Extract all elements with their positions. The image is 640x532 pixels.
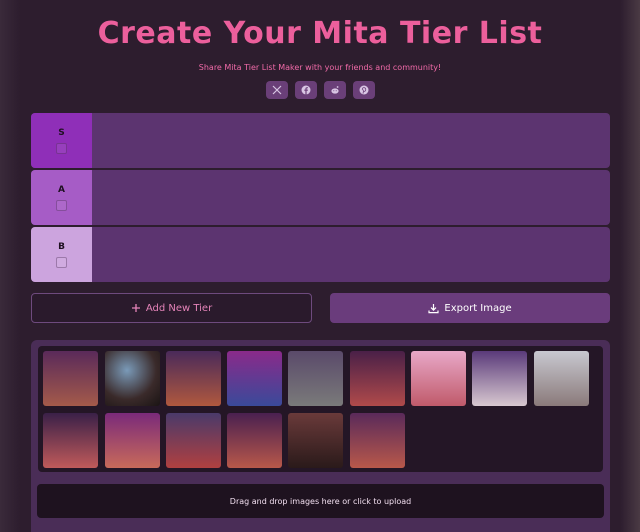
tier-label-a[interactable]: A xyxy=(31,170,92,225)
share-x-button[interactable] xyxy=(266,81,288,99)
character-thumbnail[interactable] xyxy=(166,413,221,468)
share-pinterest-button[interactable] xyxy=(353,81,375,99)
character-thumbnail[interactable] xyxy=(105,413,160,468)
tier-drop-zone[interactable] xyxy=(92,113,610,168)
upload-label: Drag and drop images here or click to up… xyxy=(229,496,412,506)
reddit-icon xyxy=(331,86,339,94)
add-tier-label: Add New Tier xyxy=(145,302,213,314)
tier-label-text: B xyxy=(58,241,65,252)
pinterest-icon xyxy=(359,85,369,95)
character-thumbnail[interactable] xyxy=(43,351,98,406)
facebook-icon xyxy=(301,85,311,95)
character-thumbnail[interactable] xyxy=(350,413,405,468)
share-buttons xyxy=(266,81,375,99)
upload-dropzone[interactable]: Drag and drop images here or click to up… xyxy=(37,484,604,518)
tier-drop-zone[interactable] xyxy=(92,227,610,282)
character-thumbnail[interactable] xyxy=(105,351,160,406)
tier-label-b[interactable]: B xyxy=(31,227,92,282)
plus-icon xyxy=(131,304,140,312)
tier-select-checkbox[interactable] xyxy=(56,199,67,211)
page-subtitle: Share Mita Tier List Maker with your fri… xyxy=(198,63,442,72)
page: Create Your Mita Tier List Share Mita Ti… xyxy=(0,0,640,532)
tier-label-s[interactable]: S xyxy=(31,113,92,168)
tier-drop-zone[interactable] xyxy=(92,170,610,225)
x-icon xyxy=(272,85,282,95)
tier-select-checkbox[interactable] xyxy=(56,256,67,268)
character-thumbnail[interactable] xyxy=(288,351,343,406)
character-thumbnail[interactable] xyxy=(350,351,405,406)
character-thumbnail[interactable] xyxy=(472,351,527,406)
character-thumbnail[interactable] xyxy=(227,351,282,406)
tier-label-text: A xyxy=(58,184,65,195)
character-thumbnail[interactable] xyxy=(411,351,466,406)
character-thumbnail[interactable] xyxy=(288,413,343,468)
export-image-label: Export Image xyxy=(444,302,512,314)
image-gallery xyxy=(38,346,603,472)
character-thumbnail[interactable] xyxy=(534,351,589,406)
share-facebook-button[interactable] xyxy=(295,81,317,99)
export-image-button[interactable]: Export Image xyxy=(330,293,610,323)
character-thumbnail[interactable] xyxy=(43,413,98,468)
tier-row-b: B xyxy=(31,227,610,282)
tier-row-s: S xyxy=(31,113,610,168)
character-thumbnail[interactable] xyxy=(227,413,282,468)
add-tier-button[interactable]: Add New Tier xyxy=(31,293,312,323)
share-reddit-button[interactable] xyxy=(324,81,346,99)
tier-label-text: S xyxy=(58,127,65,138)
page-title: Create Your Mita Tier List xyxy=(97,16,543,51)
download-icon xyxy=(428,303,439,313)
character-thumbnail[interactable] xyxy=(166,351,221,406)
tier-select-checkbox[interactable] xyxy=(56,142,67,154)
tier-row-a: A xyxy=(31,170,610,225)
